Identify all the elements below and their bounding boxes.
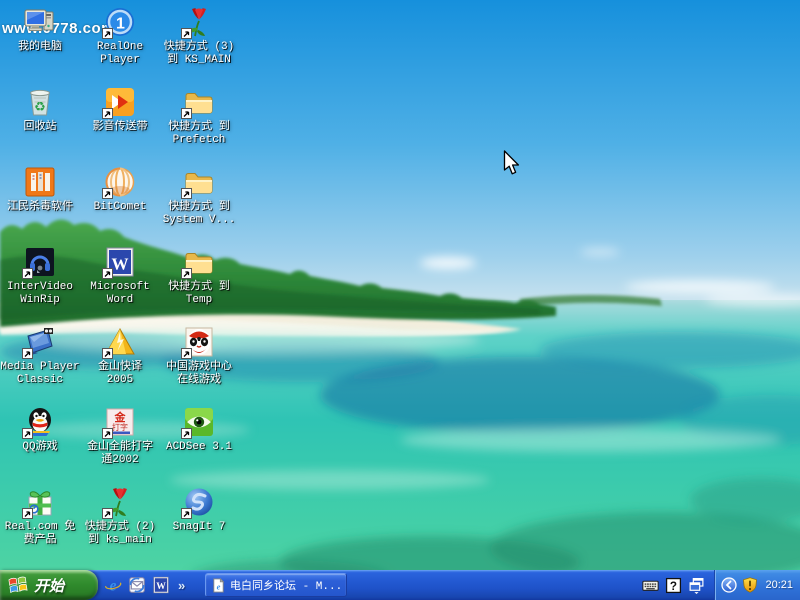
shortcut-arrow-overlay [102, 28, 113, 39]
svg-text:W: W [112, 255, 129, 274]
ie-page-icon: e [211, 578, 226, 593]
desktop-icon-label: 中国游戏中心 在线游戏 [147, 361, 251, 387]
desktop-icon-acdsee-31[interactable]: ACDSee 3.1 [147, 406, 251, 454]
quick-launch-outlook-express-icon[interactable] [128, 576, 146, 594]
shortcut-arrow-overlay [181, 28, 192, 39]
desktop-icon-shortcut-system-v[interactable]: 快捷方式 到 System V... [147, 166, 251, 227]
desktop-icon-label: 快捷方式 (3) 到 KS_MAIN [147, 41, 251, 67]
svg-text:e: e [110, 578, 117, 594]
input-method-help-icon[interactable]: ? [665, 577, 682, 594]
taskbar: 开始 e W » e 电白同乡论坛 - M... ? 20:21 [0, 570, 800, 600]
task-button-label: 电白同乡论坛 - M... [230, 577, 341, 593]
svg-text:W: W [156, 581, 166, 592]
desktop-icon-label: 快捷方式 到 System V... [147, 201, 251, 227]
shortcut-arrow-overlay [181, 348, 192, 359]
security-alerts-shield-icon[interactable] [742, 577, 758, 593]
shortcut-arrow-overlay [102, 508, 113, 519]
language-status-icons: ? [642, 570, 705, 600]
jiangmin-icon [24, 166, 56, 198]
mouse-cursor [503, 150, 520, 176]
computer-icon [24, 6, 56, 38]
desktop-icon-shortcut-prefetch[interactable]: 快捷方式 到 Prefetch [147, 86, 251, 147]
start-button-label: 开始 [34, 575, 74, 596]
start-button[interactable]: 开始 [0, 570, 98, 600]
desktop-icon-shortcut-3-ks-main[interactable]: 快捷方式 (3) 到 KS_MAIN [147, 6, 251, 67]
svg-text:e: e [217, 581, 221, 591]
svg-text:打字: 打字 [112, 422, 128, 432]
svg-text:?: ? [670, 579, 677, 592]
shortcut-arrow-overlay [22, 268, 33, 279]
shortcut-arrow-overlay [102, 108, 113, 119]
quick-launch-microsoft-word-icon[interactable]: W [152, 576, 170, 594]
shortcut-arrow-overlay [181, 268, 192, 279]
shortcut-arrow-overlay [102, 188, 113, 199]
windows-logo-icon [7, 574, 29, 596]
desktop-icon-label: 快捷方式 到 Prefetch [147, 121, 251, 147]
shortcut-arrow-overlay [22, 348, 33, 359]
desktop-icon-label: ACDSee 3.1 [147, 441, 251, 454]
recycle-icon: ♻ [24, 86, 56, 118]
svg-text:金: 金 [114, 410, 127, 424]
desktop-icon-label: SnagIt 7 [147, 521, 251, 534]
desktop-icon-snagit-7[interactable]: SnagIt 7 [147, 486, 251, 534]
shortcut-arrow-overlay [102, 348, 113, 359]
shortcut-arrow-overlay [22, 508, 33, 519]
shortcut-arrow-overlay [22, 428, 33, 439]
hide-inactive-icons-icon[interactable] [721, 577, 737, 593]
desktop-icon-china-game-center[interactable]: 中国游戏中心 在线游戏 [147, 326, 251, 387]
shortcut-arrow-overlay [181, 428, 192, 439]
quick-launch-internet-explorer-icon[interactable]: e [104, 576, 122, 594]
svg-text:1: 1 [116, 16, 125, 33]
tray-clock[interactable]: 20:21 [765, 579, 793, 591]
shortcut-arrow-overlay [181, 108, 192, 119]
desktop-screen: www.0778.com 我的电脑 1 RealOne Player [0, 0, 800, 600]
desktop-icon-shortcut-temp[interactable]: 快捷方式 到 Temp [147, 246, 251, 307]
system-tray: 20:21 [714, 570, 800, 600]
shortcut-arrow-overlay [181, 508, 192, 519]
language-bar-restore-icon[interactable] [688, 577, 705, 594]
quick-launch-overflow-chevron[interactable]: » [178, 578, 185, 593]
quick-launch-bar: e W » [104, 570, 185, 600]
shortcut-arrow-overlay [102, 268, 113, 279]
task-button-forum-window[interactable]: e 电白同乡论坛 - M... [205, 573, 347, 597]
desktop-icon-label: 快捷方式 到 Temp [147, 281, 251, 307]
shortcut-arrow-overlay [181, 188, 192, 199]
keyboard-indicator-icon[interactable] [642, 577, 659, 594]
shortcut-arrow-overlay [102, 428, 113, 439]
svg-text:♻: ♻ [34, 99, 46, 114]
